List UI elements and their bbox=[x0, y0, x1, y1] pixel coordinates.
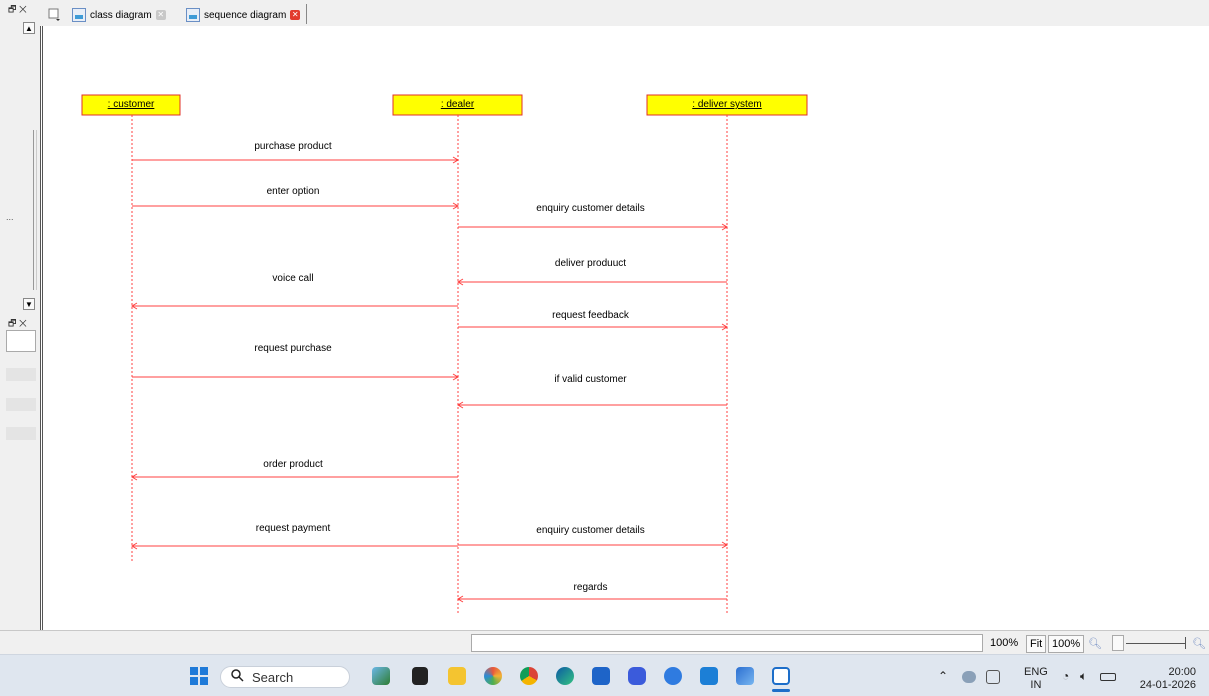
volume-icon[interactable]: 🔈︎ bbox=[1080, 670, 1087, 683]
sequence-diagram-icon bbox=[186, 8, 200, 22]
zoom-in-icon[interactable]: 🔍︎ bbox=[1192, 635, 1206, 651]
file-explorer-icon[interactable] bbox=[448, 667, 466, 685]
panel-restore-close-icons[interactable]: 🗗 ✕ bbox=[8, 2, 27, 18]
object-label: : dealer bbox=[440, 99, 475, 110]
battery-icon[interactable] bbox=[1100, 673, 1116, 681]
outlook-icon[interactable] bbox=[736, 667, 754, 685]
new-diagram-icon[interactable] bbox=[48, 8, 62, 22]
scrollbar-thumb[interactable] bbox=[33, 130, 37, 290]
left-panel: 🗗 ✕ ▲ ... ▼ 🗗 ✕ bbox=[0, 0, 41, 630]
task-view-icon[interactable] bbox=[412, 667, 428, 685]
wifi-icon[interactable]: ◔ bbox=[1062, 670, 1069, 683]
tab-label: sequence diagram bbox=[204, 9, 287, 21]
copilot-icon[interactable] bbox=[484, 667, 502, 685]
message-label: enquiry customer details bbox=[536, 203, 645, 214]
message-label: enter option bbox=[266, 186, 320, 197]
staruml-icon[interactable] bbox=[772, 667, 790, 685]
message-label: if valid customer bbox=[554, 374, 627, 385]
app-circle-icon[interactable] bbox=[664, 667, 682, 685]
message-label: request purchase bbox=[254, 343, 332, 354]
scroll-down-arrow-icon[interactable]: ▼ bbox=[23, 298, 35, 310]
taskbar-search[interactable]: Search bbox=[220, 666, 350, 688]
message-label: purchase product bbox=[254, 141, 332, 152]
zoom-out-icon[interactable]: 🔍︎ bbox=[1088, 635, 1102, 651]
fit-button[interactable]: Fit bbox=[1026, 635, 1047, 653]
panel2-field[interactable] bbox=[6, 330, 36, 352]
chrome-icon[interactable] bbox=[520, 667, 538, 685]
tray-chevron-up-icon[interactable]: ⌃ bbox=[938, 670, 948, 683]
status-field bbox=[471, 634, 983, 652]
close-icon[interactable]: ✕ bbox=[155, 10, 166, 20]
list-item[interactable] bbox=[6, 398, 36, 411]
clock-date: 24-01-2026 bbox=[1139, 679, 1196, 691]
device-icon[interactable] bbox=[986, 670, 1000, 684]
panel-ellipsis: ... bbox=[6, 212, 14, 222]
search-placeholder: Search bbox=[252, 669, 294, 685]
search-icon bbox=[231, 669, 244, 685]
tab-class-diagram[interactable]: class diagram ✕ bbox=[72, 6, 166, 24]
tab-divider bbox=[306, 4, 307, 24]
message-label: order product bbox=[263, 459, 323, 470]
start-windows-icon[interactable] bbox=[190, 667, 208, 685]
close-icon[interactable]: ✕ bbox=[290, 10, 301, 20]
active-app-indicator bbox=[772, 689, 790, 692]
widgets-icon[interactable] bbox=[372, 667, 390, 685]
message-label: deliver produuct bbox=[554, 258, 627, 269]
zoom-100-button[interactable]: 100% bbox=[1048, 635, 1085, 653]
object-label: : deliver system bbox=[692, 99, 762, 110]
list-item[interactable] bbox=[6, 427, 36, 440]
language-code: ENG bbox=[1024, 666, 1048, 678]
scroll-up-arrow-icon[interactable]: ▲ bbox=[23, 22, 35, 34]
zoom-slider-track[interactable] bbox=[1126, 643, 1186, 644]
sequence-diagram bbox=[81, 94, 808, 613]
edge-icon[interactable] bbox=[556, 667, 574, 685]
cloud-icon[interactable] bbox=[962, 671, 976, 683]
clock-time: 20:00 bbox=[1168, 666, 1196, 678]
tab-sequence-diagram[interactable]: sequence diagram ✕ bbox=[186, 6, 301, 24]
zoom-slider-handle[interactable] bbox=[1112, 635, 1124, 651]
region-code: IN bbox=[1030, 679, 1042, 691]
message-label: enquiry customer details bbox=[536, 525, 645, 536]
message-label: request feedback bbox=[552, 310, 629, 321]
zoom-level: 100% bbox=[990, 637, 1019, 649]
message-label: voice call bbox=[272, 273, 314, 284]
clock[interactable]: 20:00 24-01-2026 bbox=[1134, 666, 1196, 692]
message-label: regards bbox=[573, 582, 608, 593]
store-icon[interactable] bbox=[592, 667, 610, 685]
app-icon[interactable] bbox=[628, 667, 646, 685]
zoom-slider-end bbox=[1185, 637, 1186, 649]
photos-icon[interactable] bbox=[700, 667, 718, 685]
tab-label: class diagram bbox=[90, 9, 152, 21]
language-indicator[interactable]: ENG IN bbox=[1024, 666, 1048, 692]
object-label: : customer bbox=[107, 99, 155, 110]
class-diagram-icon bbox=[72, 8, 86, 22]
list-item[interactable] bbox=[6, 368, 36, 381]
message-label: request payment bbox=[255, 523, 331, 534]
